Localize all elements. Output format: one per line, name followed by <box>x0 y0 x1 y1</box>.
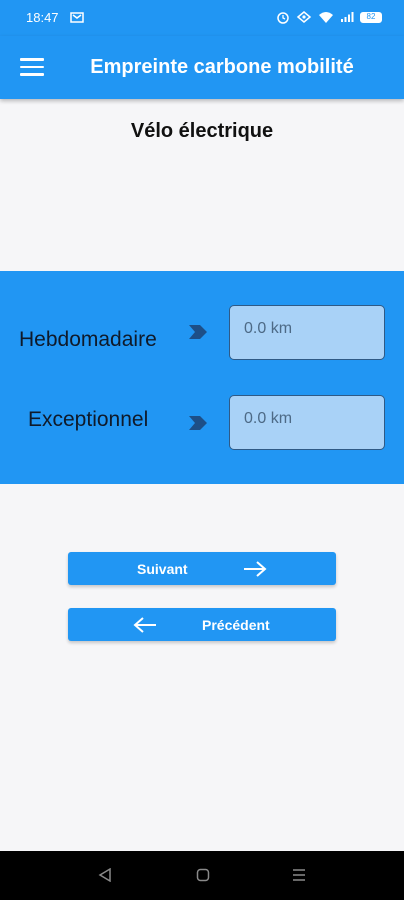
home-icon[interactable] <box>196 868 210 882</box>
recents-icon[interactable] <box>292 868 306 882</box>
previous-button-label: Précédent <box>202 617 270 633</box>
battery-level: 82 <box>366 11 376 21</box>
weekly-distance-input[interactable]: 0.0 km <box>229 305 385 360</box>
weekly-label: Hebdomadaire <box>19 328 157 351</box>
next-button-label: Suivant <box>137 561 188 577</box>
back-icon[interactable] <box>98 868 112 882</box>
alarm-icon <box>277 12 289 24</box>
app-bar: Empreinte carbone mobilité <box>0 36 404 99</box>
app-title: Empreinte carbone mobilité <box>90 56 354 78</box>
cast-icon <box>70 12 84 23</box>
status-time: 18:47 <box>26 10 59 25</box>
system-nav-bar <box>0 851 404 900</box>
hamburger-menu-icon[interactable] <box>20 58 44 76</box>
status-icons: 82 <box>276 10 382 24</box>
arrow-left-icon <box>133 617 156 633</box>
exceptional-distance-input[interactable]: 0.0 km <box>229 395 385 450</box>
page-title: Vélo électrique <box>130 120 274 142</box>
data-icon <box>296 11 312 23</box>
exceptional-label: Exceptionnel <box>28 408 149 431</box>
wifi-icon <box>319 11 333 23</box>
status-bar: 18:47 82 <box>0 0 404 36</box>
arrow-right-icon <box>244 561 267 577</box>
chevron-right-icon <box>189 325 207 339</box>
chevron-right-icon <box>189 416 207 430</box>
battery-icon: 82 <box>360 11 382 23</box>
next-button[interactable]: Suivant <box>68 552 336 585</box>
signal-icon <box>341 12 354 22</box>
previous-button[interactable]: Précédent <box>68 608 336 641</box>
distance-panel: Hebdomadaire 0.0 km Exceptionnel 0.0 km <box>0 271 404 484</box>
